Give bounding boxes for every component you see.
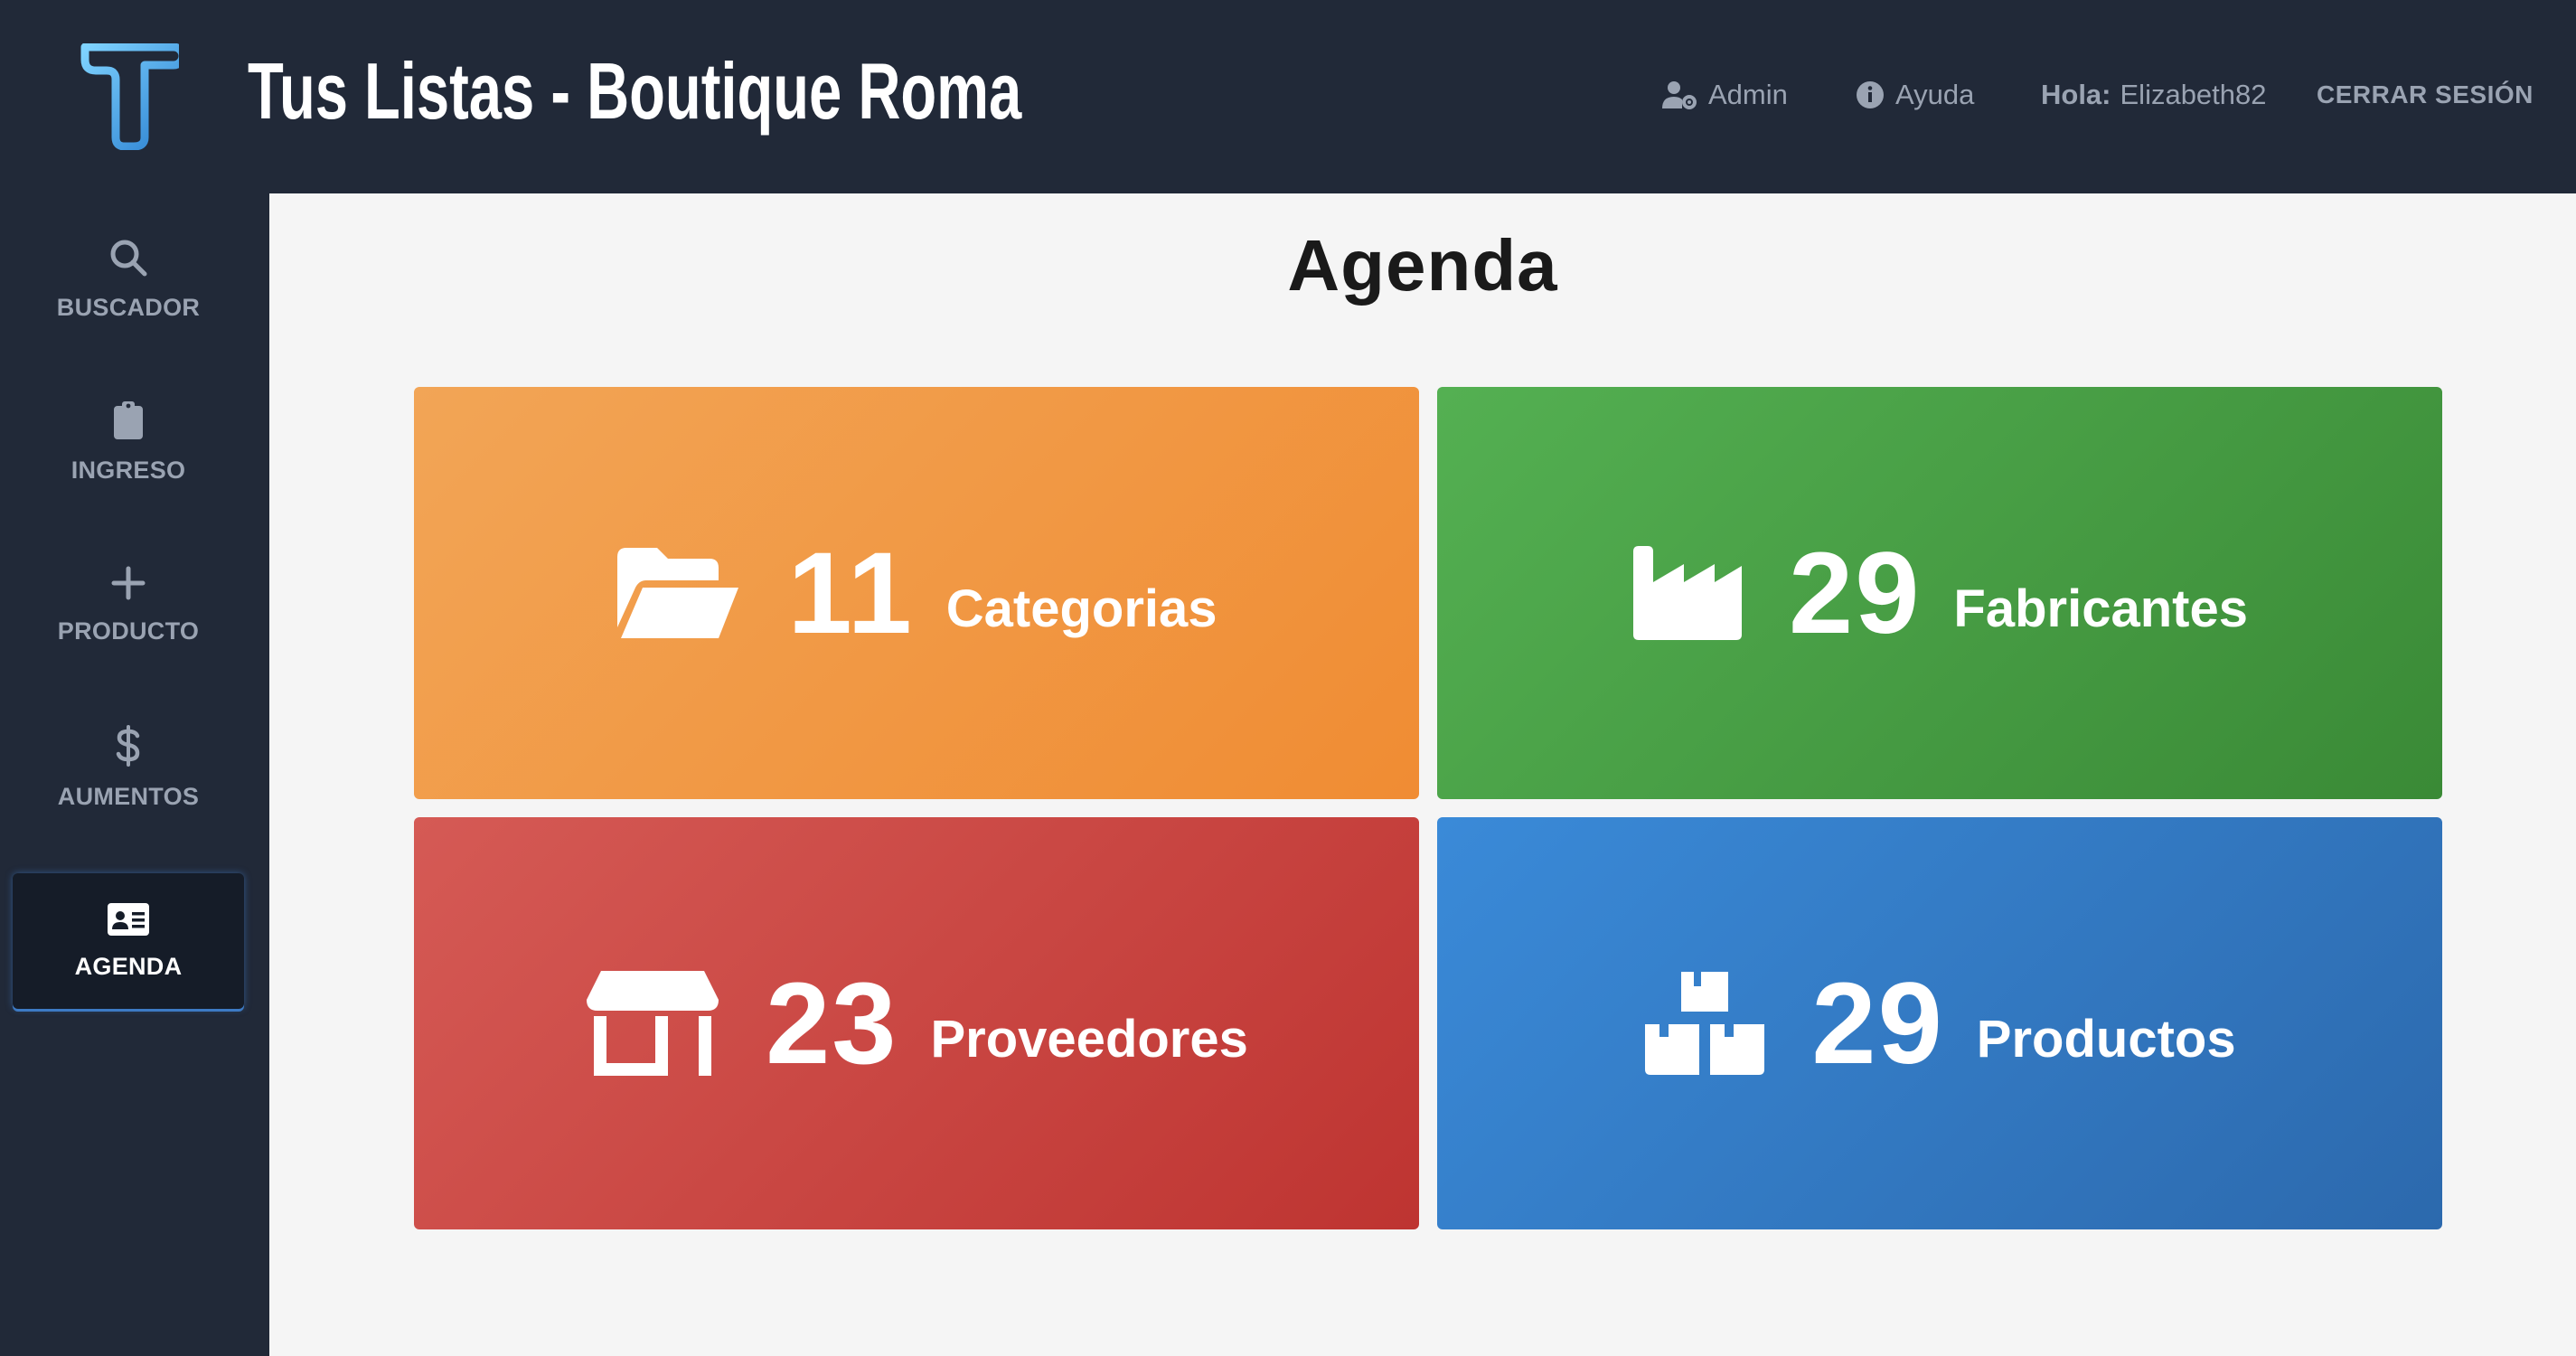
address-card-icon: [108, 902, 149, 936]
info-circle-icon: [1857, 81, 1884, 108]
admin-label: Admin: [1708, 79, 1788, 110]
page-title: Agenda: [1287, 225, 1558, 306]
clipboard-icon: [114, 400, 143, 439]
help-label: Ayuda: [1895, 79, 1975, 110]
sidebar-item-label: BUSCADOR: [56, 293, 201, 321]
sidebar-item-aumentos[interactable]: AUMENTOS: [13, 700, 244, 835]
admin-link[interactable]: Admin: [1661, 72, 1788, 118]
sidebar-item-producto[interactable]: PRODUCTO: [13, 537, 244, 673]
sidebar-item-ingreso[interactable]: INGRESO: [13, 374, 244, 510]
sidebar-item-label: AUMENTOS: [57, 782, 200, 810]
card-label: Categorias: [945, 579, 1217, 638]
store-icon: [587, 971, 719, 1076]
dollar-icon: [116, 724, 140, 767]
username: Elizabeth82: [2120, 79, 2267, 110]
card-count: 11: [787, 528, 914, 658]
sidebar-item-label: INGRESO: [71, 456, 186, 484]
card-label: Proveedores: [930, 1009, 1248, 1069]
card-count: 23: [766, 958, 898, 1088]
logout-button[interactable]: CERRAR SESIÓN: [2317, 72, 2534, 118]
card-label: Productos: [1976, 1009, 2236, 1069]
boxes-icon: [1645, 972, 1765, 1075]
user-cog-icon: [1662, 81, 1697, 109]
productos-card[interactable]: 29 Productos: [1437, 817, 2442, 1229]
fabricantes-card[interactable]: 29 Fabricantes: [1437, 387, 2442, 799]
card-count: 29: [1811, 958, 1944, 1088]
categorias-card[interactable]: 11 Categorias: [414, 387, 1419, 799]
main-content: Agenda 11 Categorias 29 Fabricantes 23 P…: [269, 193, 2576, 1356]
user-greeting: Hola: Elizabeth82: [2041, 72, 2267, 118]
folder-open-icon: [617, 548, 739, 638]
app-logo-icon[interactable]: [80, 43, 179, 150]
app-title: Tus Listas - Boutique Roma: [248, 46, 1022, 136]
sidebar-item-label: PRODUCTO: [57, 617, 200, 645]
card-count: 29: [1789, 528, 1922, 658]
help-link[interactable]: Ayuda: [1856, 72, 1974, 118]
top-header: Tus Listas - Boutique Roma Admin Ayuda H…: [0, 0, 2576, 193]
hello-prefix: Hola:: [2041, 79, 2111, 110]
industry-icon: [1633, 546, 1743, 640]
search-icon: [110, 240, 147, 276]
card-label: Fabricantes: [1953, 579, 2248, 638]
sidebar: BUSCADOR INGRESO PRODUCTO AUMENTOS AGEND…: [0, 193, 269, 1356]
sidebar-item-buscador[interactable]: BUSCADOR: [13, 212, 244, 347]
proveedores-card[interactable]: 23 Proveedores: [414, 817, 1419, 1229]
plus-icon: [111, 566, 146, 599]
sidebar-item-agenda[interactable]: AGENDA: [13, 873, 244, 1009]
sidebar-item-label: AGENDA: [74, 952, 183, 980]
